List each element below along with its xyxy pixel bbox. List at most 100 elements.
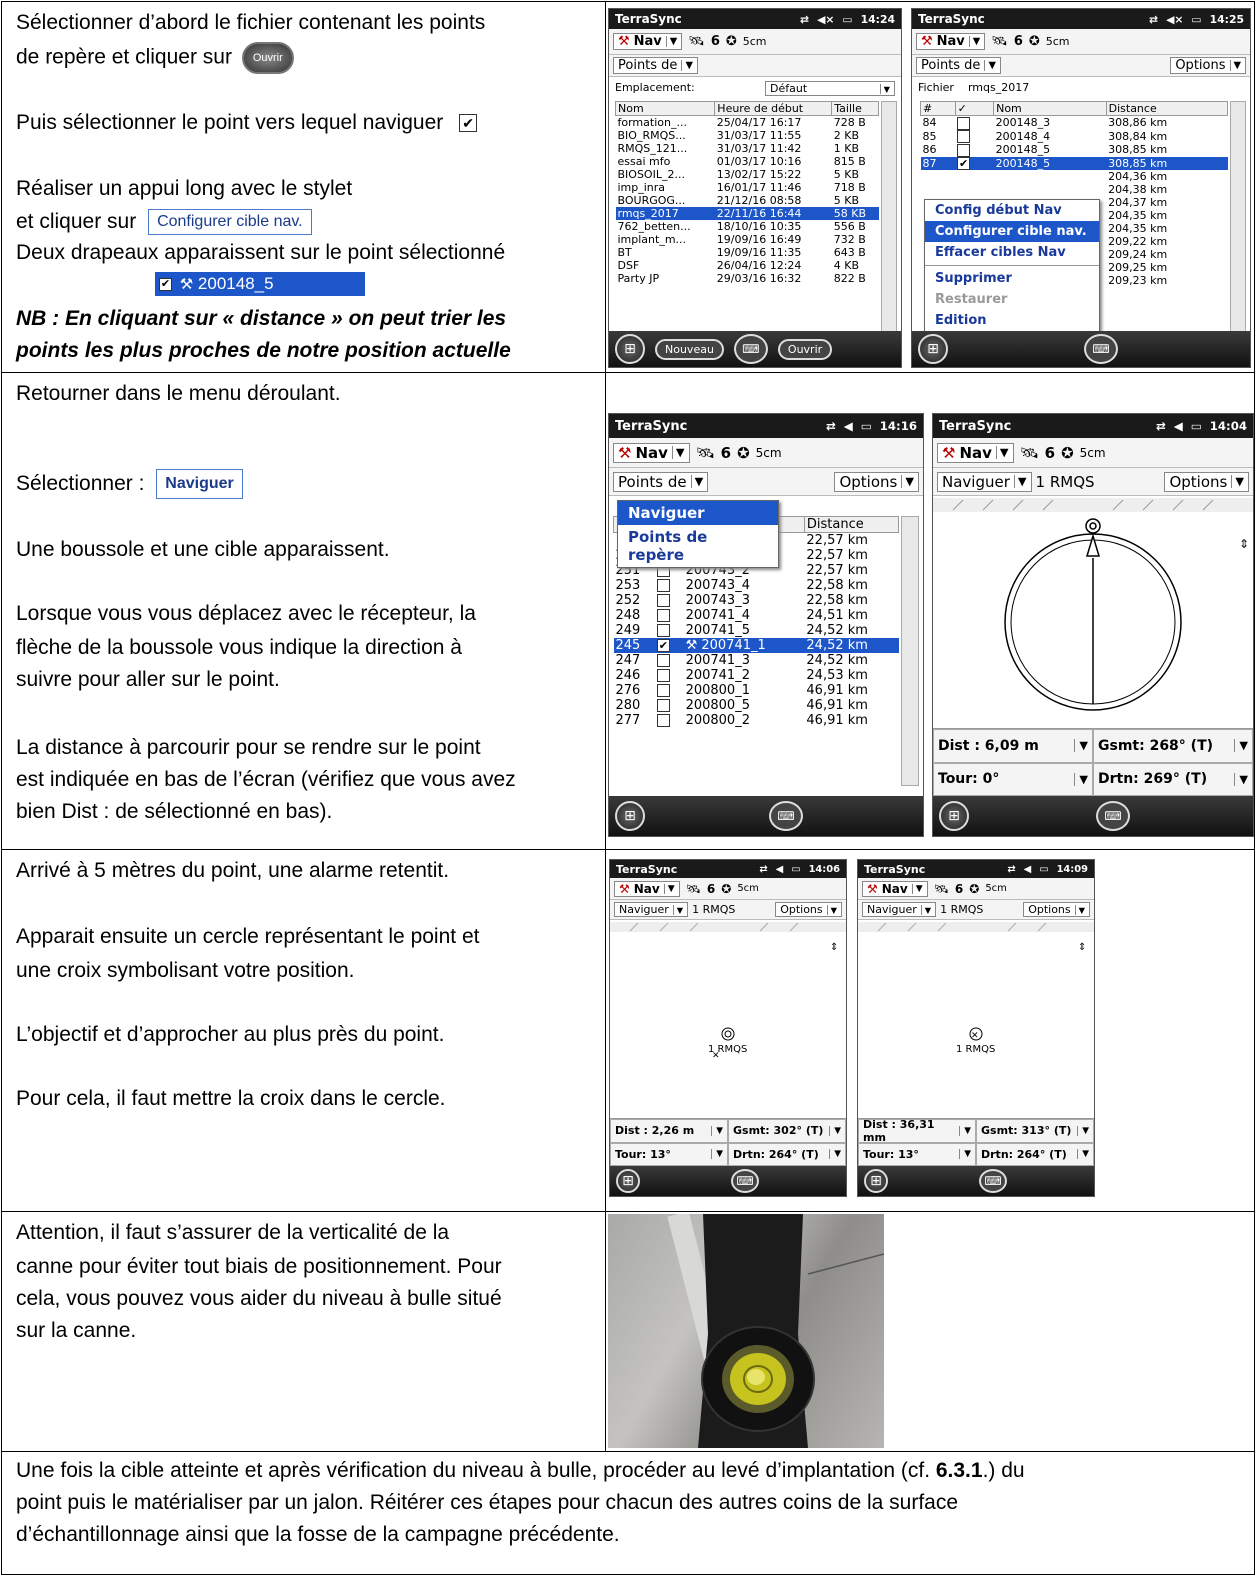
table-row[interactable]: 86 200148_5 308,85 km — [921, 143, 1228, 157]
tour-field[interactable]: Tour: 13° ▼ — [858, 1142, 976, 1166]
column-header[interactable]: # — [920, 101, 956, 116]
dist-field[interactable]: Dist : 6,09 m ▼ — [933, 729, 1093, 763]
windows-start-icon[interactable]: ⊞ — [615, 801, 645, 831]
column-header[interactable]: ✓ — [954, 101, 995, 116]
table-row[interactable]: 84 200148_3 308,86 km — [921, 116, 1228, 130]
checkbox-icon[interactable] — [656, 669, 670, 682]
table-row[interactable]: BIOSOIL_2... 13/02/17 15:22 5 KB — [616, 168, 879, 181]
context-menu-item[interactable]: Edition — [925, 310, 1099, 331]
context-menu-item[interactable]: Config début Nav — [925, 200, 1099, 221]
keyboard-icon[interactable]: ⌨ — [979, 1169, 1007, 1193]
windows-start-icon[interactable]: ⊞ — [939, 801, 969, 831]
nav-dropdown[interactable]: ⚒ Nav ▼ — [613, 442, 690, 463]
gsmt-field[interactable]: Gsmt: 268° (T) ▼ — [1093, 729, 1253, 763]
column-header[interactable]: Distance — [1105, 101, 1229, 116]
nav-dropdown[interactable]: ⚒ Nav ▼ — [937, 442, 1014, 463]
scrollbar[interactable] — [1230, 101, 1246, 333]
table-row[interactable]: 247 200741_3 24,52 km — [614, 653, 899, 668]
column-header[interactable]: Heure de début — [714, 101, 833, 116]
section-dropdown[interactable]: Points de ▼ — [916, 57, 1001, 74]
gsmt-field[interactable]: Gsmt: 313° (T) ▼ — [976, 1119, 1094, 1143]
nav-dropdown[interactable]: ⚒ Nav ▼ — [614, 880, 680, 897]
nav-dropdown[interactable]: ⚒ Nav ▼ — [862, 880, 928, 897]
checkbox-icon[interactable] — [656, 699, 670, 712]
scrollbar[interactable] — [881, 101, 897, 333]
checkbox-icon[interactable] — [656, 594, 670, 607]
table-row[interactable]: 85 200148_4 308,84 km — [921, 130, 1228, 143]
options-dropdown[interactable]: Options ▼ — [775, 902, 842, 917]
checkbox-icon[interactable] — [656, 714, 670, 727]
table-row[interactable]: 249 200741_5 24,52 km — [614, 623, 899, 638]
options-dropdown[interactable]: Options ▼ — [1170, 57, 1246, 74]
table-row[interactable]: 204,36 km — [921, 170, 1228, 183]
mode-dropdown[interactable]: Naviguer ▼ — [937, 471, 1032, 492]
section-dropdown[interactable]: Points de ▼ — [613, 471, 709, 492]
drtn-field[interactable]: Drtn: 269° (T) ▼ — [1093, 762, 1253, 796]
table-row[interactable]: RMQS_121... 31/03/17 11:42 1 KB — [616, 142, 879, 155]
keyboard-icon[interactable]: ⌨ — [731, 1169, 759, 1193]
column-header[interactable]: Distance — [803, 516, 900, 533]
table-row[interactable]: 276 200800_1 46,91 km — [614, 683, 899, 698]
table-row[interactable]: essai mfo 01/03/17 10:16 815 B — [616, 155, 879, 168]
table-row[interactable]: 204,38 km — [921, 183, 1228, 196]
keyboard-icon[interactable]: ⌨ — [1096, 801, 1130, 831]
keyboard-icon[interactable]: ⌨ — [733, 334, 768, 364]
checkbox-icon[interactable] — [656, 684, 670, 697]
column-header[interactable]: Nom — [993, 101, 1107, 116]
checkbox-icon[interactable] — [656, 609, 670, 622]
dropdown-menu-item[interactable]: Naviguer — [618, 501, 778, 525]
section-dropdown[interactable]: Points de ▼ — [613, 57, 698, 74]
ouvrir-button[interactable]: Ouvrir — [777, 338, 833, 360]
checkbox-icon[interactable] — [656, 654, 670, 667]
table-row[interactable]: BOURGOG... 21/12/16 08:58 5 KB — [616, 194, 879, 207]
table-row[interactable]: DSF 26/04/16 12:24 4 KB — [616, 259, 879, 272]
context-menu-item[interactable]: Restaurer — [925, 289, 1099, 310]
drtn-field[interactable]: Drtn: 264° (T) ▼ — [976, 1142, 1094, 1166]
table-row[interactable]: implant_m... 19/09/16 16:49 732 B — [616, 233, 879, 246]
table-row[interactable]: formation_... 25/04/17 16:17 728 B — [616, 116, 879, 129]
keyboard-icon[interactable]: ⌨ — [1084, 334, 1118, 364]
windows-start-icon[interactable]: ⊞ — [615, 334, 645, 364]
column-header[interactable]: Taille — [831, 101, 879, 116]
windows-start-icon[interactable]: ⊞ — [616, 1169, 640, 1193]
options-dropdown[interactable]: Options ▼ — [834, 471, 919, 492]
mode-dropdown[interactable]: Naviguer ▼ — [614, 902, 689, 917]
table-row[interactable]: rmqs_2017 22/11/16 16:44 58 KB — [615, 207, 879, 220]
keyboard-icon[interactable]: ⌨ — [769, 801, 803, 831]
checkbox-icon[interactable] — [957, 116, 971, 130]
windows-start-icon[interactable]: ⊞ — [864, 1169, 888, 1193]
context-menu-item[interactable]: Effacer cibles Nav — [925, 242, 1099, 263]
checked-box-icon[interactable]: ✔ — [656, 639, 670, 652]
table-row[interactable]: BT 19/09/16 11:35 643 B — [616, 246, 879, 259]
checkbox-icon[interactable] — [957, 143, 971, 157]
table-row[interactable]: 253 200743_4 22,58 km — [614, 578, 899, 593]
table-row[interactable]: 246 200741_2 24,53 km — [614, 668, 899, 683]
checkbox-icon[interactable] — [957, 130, 971, 143]
mode-dropdown[interactable]: Naviguer ▼ — [862, 902, 937, 917]
table-row[interactable]: 277 200800_2 46,91 km — [614, 713, 899, 728]
tour-field[interactable]: Tour: 0° ▼ — [933, 762, 1093, 796]
scrollbar[interactable] — [901, 516, 919, 786]
table-row[interactable]: 245 ✔ ⚒ 200741_1 24,52 km — [613, 638, 899, 653]
table-row[interactable]: 252 200743_3 22,58 km — [614, 593, 899, 608]
table-row[interactable]: 280 200800_5 46,91 km — [614, 698, 899, 713]
windows-start-icon[interactable]: ⊞ — [918, 334, 948, 364]
context-menu-item[interactable]: Supprimer — [925, 268, 1099, 289]
table-row[interactable]: 248 200741_4 24,51 km — [614, 608, 899, 623]
gsmt-field[interactable]: Gsmt: 302° (T) ▼ — [728, 1119, 846, 1143]
table-row[interactable]: 87 ✔ 200148_5 308,85 km — [920, 156, 1228, 170]
checkbox-icon[interactable] — [656, 624, 670, 637]
drtn-field[interactable]: Drtn: 264° (T) ▼ — [728, 1142, 846, 1166]
table-row[interactable]: imp_inra 16/01/17 11:46 718 B — [616, 181, 879, 194]
options-dropdown[interactable]: Options ▼ — [1023, 902, 1090, 917]
table-row[interactable]: BIO_RMQS... 31/03/17 11:55 2 KB — [616, 129, 879, 142]
table-row[interactable]: 762_betten... 18/10/16 10:35 556 B — [616, 220, 879, 233]
nav-dropdown[interactable]: ⚒ Nav ▼ — [916, 33, 986, 50]
dist-field[interactable]: Dist : 2,26 m ▼ — [610, 1119, 728, 1143]
checkbox-icon[interactable] — [656, 579, 670, 592]
options-dropdown[interactable]: Options ▼ — [1164, 471, 1249, 492]
nav-dropdown[interactable]: ⚒ Nav ▼ — [613, 33, 683, 50]
dist-field[interactable]: Dist : 36,31 mm ▼ — [858, 1118, 976, 1144]
nouveau-button[interactable]: Nouveau — [655, 338, 724, 360]
location-select[interactable]: Défaut ▼ — [765, 81, 895, 96]
